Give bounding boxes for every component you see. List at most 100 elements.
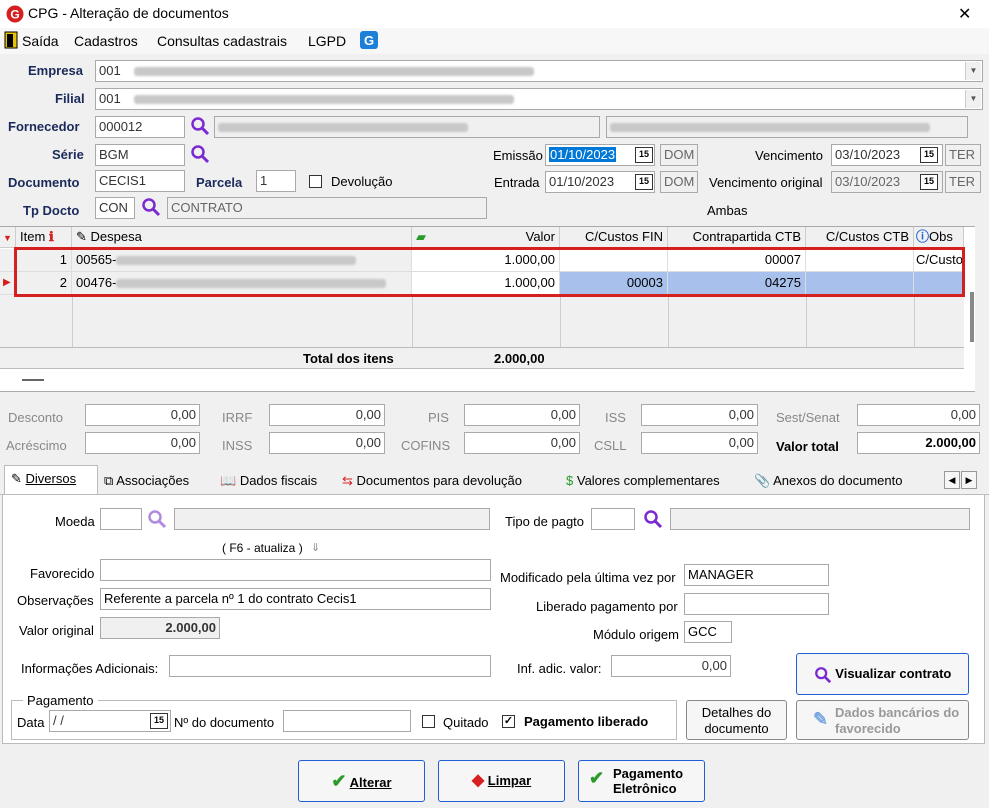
menu-lgpd[interactable]: LGPD <box>308 33 346 49</box>
total-label: Total dos itens <box>303 351 394 366</box>
pencil-icon: ✎ <box>813 709 829 729</box>
search-icon[interactable] <box>190 116 210 136</box>
return-arrow-icon: ⇆ <box>342 473 353 488</box>
tab-scroll-left[interactable]: ◀ <box>944 471 960 489</box>
total-value: 2.000,00 <box>494 351 545 366</box>
fornecedor-name <box>214 116 600 138</box>
svg-text:G: G <box>10 8 19 22</box>
items-grid[interactable]: ▼ Item ℹ ✎ Despesa ▰ Valor C/Custos FIN C… <box>0 226 975 392</box>
menu-consultas[interactable]: Consultas cadastrais <box>157 33 287 49</box>
search-icon[interactable] <box>190 144 210 164</box>
infadicvalor-input[interactable]: 0,00 <box>611 655 731 677</box>
cofins-label: COFINS <box>401 438 451 453</box>
tab-documentos-devolucao[interactable]: ⇆ Documentos para devolução <box>342 468 522 494</box>
parcela-label: Parcela <box>196 175 243 190</box>
pagamento-eletronico-button[interactable]: ✔ Pagamento Eletrônico <box>578 760 705 802</box>
horizontal-scrollbar[interactable] <box>22 379 44 381</box>
cofins-input[interactable]: 0,00 <box>464 432 580 454</box>
parcela-input[interactable]: 1 <box>256 170 296 192</box>
csll-input[interactable]: 0,00 <box>641 432 758 454</box>
calendar-icon[interactable]: 15 <box>920 147 938 163</box>
col-contrapartida[interactable]: Contrapartida CTB <box>668 227 806 248</box>
paperclip-icon: 📎 <box>754 473 771 488</box>
vertical-scrollbar[interactable] <box>970 292 974 342</box>
col-ccfin[interactable]: C/Custos FIN <box>560 227 668 248</box>
valororiginal-input: 2.000,00 <box>100 617 220 639</box>
calendar-icon[interactable]: 15 <box>635 147 653 163</box>
pis-label: PIS <box>428 410 449 425</box>
serie-input[interactable]: BGM <box>95 144 185 166</box>
help-logo-icon[interactable]: G <box>360 31 378 49</box>
favorecido-input[interactable] <box>100 559 491 581</box>
desconto-label: Desconto <box>8 410 63 425</box>
ndoc-input[interactable] <box>283 710 411 732</box>
col-ccctb[interactable]: C/Custos CTB <box>806 227 914 248</box>
sort-icon: ℹ <box>48 229 54 244</box>
filial-value: 001 <box>99 91 121 106</box>
visualizar-contrato-button[interactable]: Visualizar contrato <box>796 653 969 695</box>
tab-associacoes[interactable]: ⧉ Associações <box>104 468 189 494</box>
documento-label: Documento <box>8 175 80 190</box>
chevron-down-icon[interactable]: ▼ <box>965 90 981 108</box>
svg-text:G: G <box>364 33 374 48</box>
iss-label: ISS <box>605 410 626 425</box>
alterar-button[interactable]: ✔ Alterar <box>298 760 425 802</box>
tab-anexos[interactable]: 📎 Anexos do documento <box>754 468 902 494</box>
tipopagto-input[interactable] <box>591 508 635 530</box>
pagamento-group-label: Pagamento <box>23 693 98 708</box>
title-bar: G CPG - Alteração de documentos ✕ <box>0 0 989 28</box>
tab-diversos[interactable]: ✎ Diversos <box>4 465 98 495</box>
tab-valores-complementares[interactable]: $ Valores complementares <box>566 468 720 494</box>
close-icon[interactable]: ✕ <box>958 4 971 24</box>
moeda-label: Moeda <box>55 514 95 529</box>
grid-line <box>668 295 669 347</box>
limpar-button[interactable]: ◆ Limpar <box>438 760 565 802</box>
desconto-input[interactable]: 0,00 <box>85 404 200 426</box>
calendar-icon[interactable]: 15 <box>150 713 168 729</box>
modulo-label: Módulo origem <box>593 627 679 642</box>
pis-input[interactable]: 0,00 <box>464 404 580 426</box>
devolucao-checkbox[interactable] <box>309 175 322 188</box>
search-icon[interactable] <box>643 509 663 529</box>
col-despesa[interactable]: ✎ Despesa <box>72 227 412 248</box>
infoadic-input[interactable] <box>169 655 491 677</box>
filial-select[interactable]: 001 ▼ <box>95 88 983 110</box>
pagliberado-checkbox[interactable]: ✓ <box>502 715 515 728</box>
inss-input[interactable]: 0,00 <box>269 432 385 454</box>
sest-label: Sest/Senat <box>776 410 840 425</box>
quitado-checkbox[interactable] <box>422 715 435 728</box>
observacoes-input[interactable]: Referente a parcela nº 1 do contrato Cec… <box>100 588 491 610</box>
info-icon: ⓘ <box>916 229 930 244</box>
moeda-input[interactable] <box>100 508 142 530</box>
search-icon[interactable] <box>147 509 167 529</box>
tpdocto-desc: CONTRATO <box>167 197 487 219</box>
calendar-icon: 15 <box>920 174 938 190</box>
col-obs[interactable]: ⓘObs <box>914 227 964 248</box>
iss-input[interactable]: 0,00 <box>641 404 758 426</box>
fornecedor-input[interactable]: 000012 <box>95 116 185 138</box>
grid-empty-area <box>0 295 964 347</box>
chevron-down-icon[interactable]: ▼ <box>965 62 981 80</box>
col-item[interactable]: Item ℹ <box>16 227 72 248</box>
tab-scroll-right[interactable]: ▶ <box>961 471 977 489</box>
calendar-icon[interactable]: 15 <box>635 174 653 190</box>
csll-label: CSLL <box>594 438 627 453</box>
infadicvalor-label: Inf. adic. valor: <box>517 661 602 676</box>
search-icon[interactable] <box>141 197 161 217</box>
window-title: CPG - Alteração de documentos <box>28 5 229 21</box>
menu-cadastros[interactable]: Cadastros <box>74 33 138 49</box>
documento-input[interactable]: CECIS1 <box>95 170 185 192</box>
tab-dados-fiscais[interactable]: 📖 Dados fiscais <box>220 468 317 494</box>
sest-input[interactable]: 0,00 <box>857 404 980 426</box>
tpdocto-input[interactable]: CON <box>95 197 135 219</box>
irrf-input[interactable]: 0,00 <box>269 404 385 426</box>
acrescimo-input[interactable]: 0,00 <box>85 432 200 454</box>
detalhes-documento-button[interactable]: Detalhes do documento <box>686 700 787 740</box>
col-valor[interactable]: ▰ Valor <box>412 227 560 248</box>
selection-box <box>14 247 965 297</box>
menu-saida[interactable]: Saída <box>22 33 59 49</box>
empresa-select[interactable]: 001 ▼ <box>95 60 983 82</box>
pagliberado-label: Pagamento liberado <box>524 714 649 729</box>
ambas-label: Ambas <box>707 203 748 218</box>
entrada-day: DOM <box>660 171 698 193</box>
